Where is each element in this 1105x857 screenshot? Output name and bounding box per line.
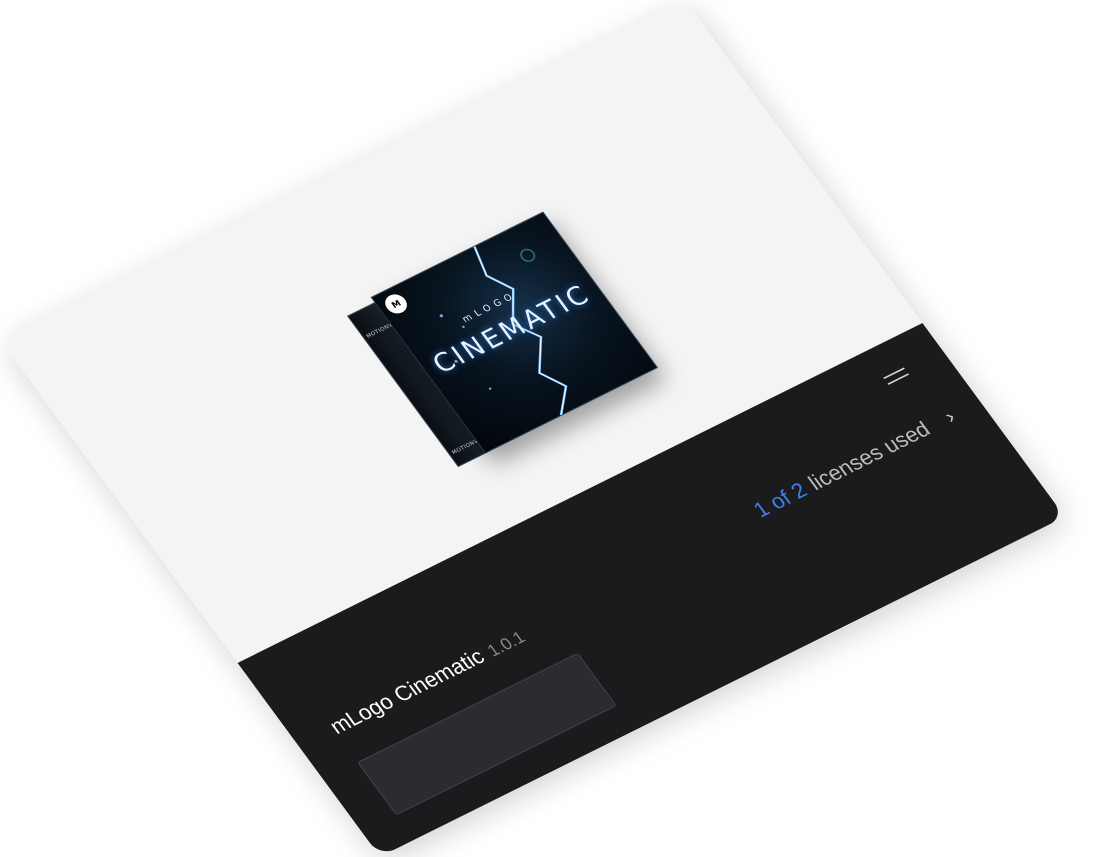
box-front: M mLOGO CINEMATIC <box>370 211 659 454</box>
stage: MOTIONVFX MOTIONVFX M mLOGO CINEMATIC mL… <box>0 0 1105 857</box>
product-box-art: MOTIONVFX MOTIONVFX M mLOGO CINEMATIC <box>338 202 667 472</box>
product-card[interactable]: MOTIONVFX MOTIONVFX M mLOGO CINEMATIC mL… <box>0 0 1065 857</box>
